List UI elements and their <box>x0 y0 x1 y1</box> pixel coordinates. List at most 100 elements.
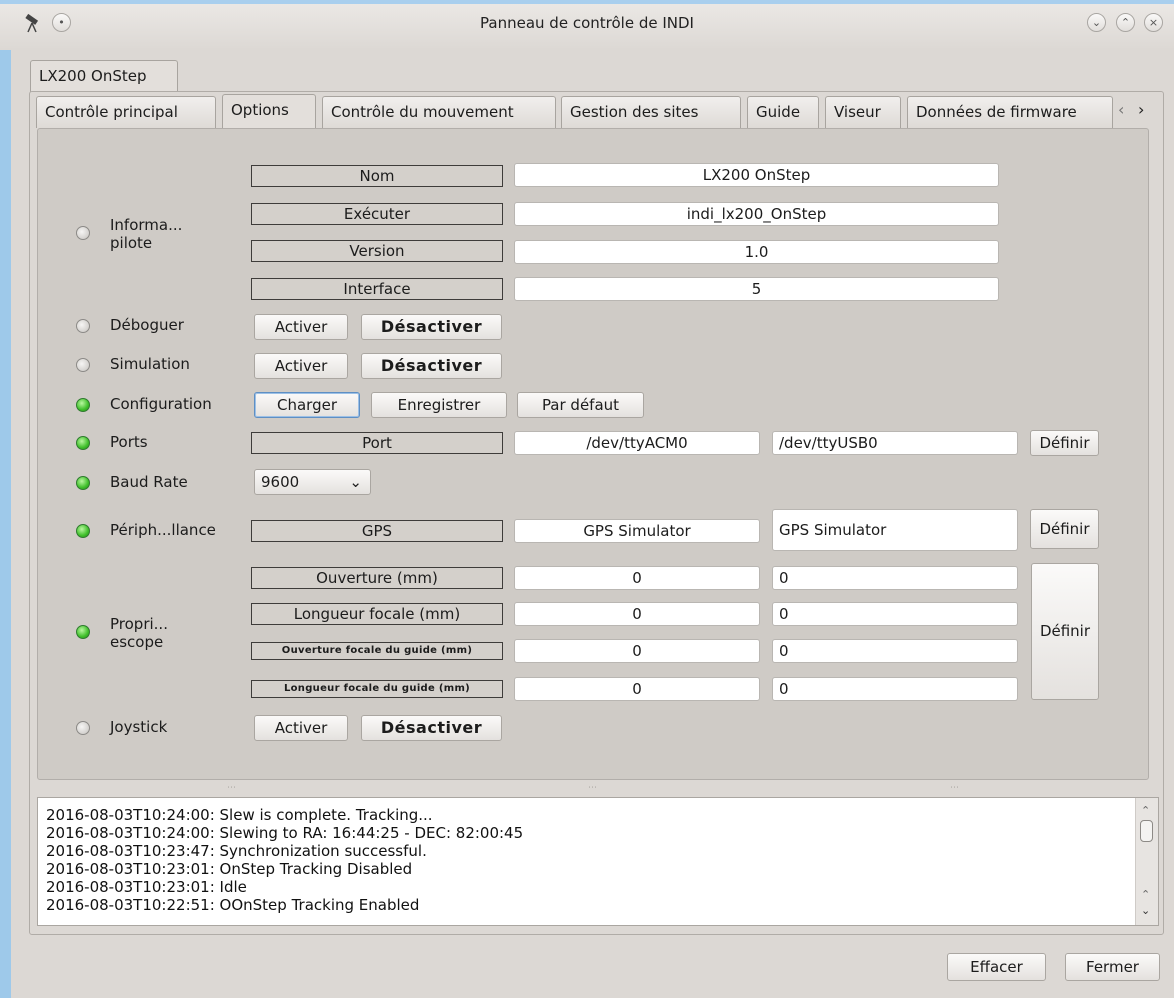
driver-name-value: LX200 OnStep <box>514 163 999 187</box>
tab-label: Gestion des sites <box>570 103 699 121</box>
title-bar[interactable]: • Panneau de contrôle de INDI ⌄ ⌃ × <box>0 0 1174 50</box>
guide-focal-current: 0 <box>514 677 760 701</box>
joystick-label: Joystick <box>110 718 168 736</box>
tab-label: Options <box>231 101 289 119</box>
tab-scroll-right-icon[interactable]: › <box>1138 100 1144 119</box>
log-line: 2016-08-03T10:23:01: OnStep Tracking Dis… <box>46 860 413 878</box>
telescope-label-2: escope <box>110 633 164 651</box>
simulation-enable-button[interactable]: Activer <box>254 353 348 379</box>
tab-main-control[interactable]: Contrôle principal <box>36 96 216 128</box>
focal-length-input[interactable]: 0 <box>772 602 1018 626</box>
baud-label: Baud Rate <box>110 473 188 491</box>
close-button[interactable]: Fermer <box>1065 953 1160 981</box>
minimize-icon[interactable]: ⌄ <box>1087 13 1106 32</box>
splitter-grip[interactable]: ⋯ <box>950 783 959 793</box>
aperture-input[interactable]: 0 <box>772 566 1018 590</box>
tab-label: Contrôle principal <box>45 103 178 121</box>
splitter-grip[interactable]: ⋯ <box>588 783 597 793</box>
config-load-button[interactable]: Charger <box>254 392 360 418</box>
debug-enable-button[interactable]: Activer <box>254 314 348 340</box>
splitter-grip[interactable]: ⋯ <box>227 783 236 793</box>
joystick-enable-button[interactable]: Activer <box>254 715 348 741</box>
tab-label: Contrôle du mouvement <box>331 103 514 121</box>
guide-focal-input[interactable]: 0 <box>772 677 1018 701</box>
status-led <box>76 436 90 450</box>
status-led <box>76 524 90 538</box>
configuration-label: Configuration <box>110 395 212 413</box>
tab-scroll-left-icon[interactable]: ‹ <box>1118 100 1124 119</box>
port-input[interactable]: /dev/ttyUSB0 <box>772 431 1018 455</box>
window-edge <box>0 0 11 998</box>
message-log[interactable]: 2016-08-03T10:24:00: Slew is complete. T… <box>37 797 1159 926</box>
log-line: 2016-08-03T10:22:51: OOnStep Tracking En… <box>46 896 420 914</box>
window-top-edge <box>0 0 1174 4</box>
log-line: 2016-08-03T10:23:01: Idle <box>46 878 247 896</box>
status-led <box>76 398 90 412</box>
device-tabbar: LX200 OnStep <box>30 60 1164 92</box>
gps-set-button[interactable]: Définir <box>1030 509 1099 549</box>
driver-info-label-2: pilote <box>110 234 153 252</box>
tab-label: Données de firmware <box>916 103 1077 121</box>
telescope-set-button[interactable]: Définir <box>1031 563 1099 700</box>
property-name: Ouverture focale du guide (mm) <box>251 642 503 660</box>
guide-aperture-input[interactable]: 0 <box>772 639 1018 663</box>
tab-firmware-data[interactable]: Données de firmware <box>907 96 1113 128</box>
tab-label: Viseur <box>834 103 881 121</box>
device-tab-label: LX200 OnStep <box>39 67 147 85</box>
tab-device-lx200[interactable]: LX200 OnStep <box>30 60 178 92</box>
gps-input[interactable]: GPS Simulator <box>772 509 1018 551</box>
property-name: Nom <box>251 165 503 187</box>
port-current-value: /dev/ttyACM0 <box>514 431 760 455</box>
joystick-disable-button[interactable]: Désactiver <box>361 715 502 741</box>
simulation-label: Simulation <box>110 355 190 373</box>
driver-interface-value: 5 <box>514 277 999 301</box>
telescope-label-1: Propri... <box>110 615 168 633</box>
focal-length-current: 0 <box>514 602 760 626</box>
status-led <box>76 319 90 333</box>
tab-motion-control[interactable]: Contrôle du mouvement <box>322 96 556 128</box>
simulation-disable-button[interactable]: Désactiver <box>361 353 502 379</box>
config-save-button[interactable]: Enregistrer <box>371 392 507 418</box>
status-led <box>76 721 90 735</box>
property-name: Longueur focale du guide (mm) <box>251 680 503 698</box>
property-name: GPS <box>251 520 503 542</box>
property-name: Port <box>251 432 503 454</box>
status-led <box>76 226 90 240</box>
window-title: Panneau de contrôle de INDI <box>480 14 694 32</box>
chevron-down-icon: ⌄ <box>349 473 362 491</box>
close-icon[interactable]: × <box>1144 13 1163 32</box>
tab-viewer[interactable]: Viseur <box>825 96 901 128</box>
peripherals-label: Périph...llance <box>110 521 216 539</box>
log-line: 2016-08-03T10:23:47: Synchronization suc… <box>46 842 427 860</box>
status-led <box>76 625 90 639</box>
tab-label: Guide <box>756 103 801 121</box>
status-led <box>76 358 90 372</box>
gps-current-value: GPS Simulator <box>514 519 760 543</box>
config-default-button[interactable]: Par défaut <box>517 392 644 418</box>
log-line: 2016-08-03T10:24:00: Slew is complete. T… <box>46 806 433 824</box>
log-scrollbar[interactable]: ⌃ ⌃ ⌄ <box>1135 798 1158 925</box>
guide-aperture-current: 0 <box>514 639 760 663</box>
tab-site-management[interactable]: Gestion des sites <box>561 96 741 128</box>
property-name: Interface <box>251 278 503 300</box>
scroll-down-icon[interactable]: ⌄ <box>1141 902 1150 920</box>
baud-value: 9600 <box>261 473 300 491</box>
ports-label: Ports <box>110 433 148 451</box>
scroll-up-icon[interactable]: ⌃ <box>1141 802 1150 820</box>
clear-button[interactable]: Effacer <box>947 953 1046 981</box>
driver-version-value: 1.0 <box>514 240 999 264</box>
log-line: 2016-08-03T10:24:00: Slewing to RA: 16:4… <box>46 824 524 842</box>
tab-options[interactable]: Options <box>222 94 316 128</box>
aperture-current: 0 <box>514 566 760 590</box>
ports-set-button[interactable]: Définir <box>1030 430 1099 456</box>
debug-disable-button[interactable]: Désactiver <box>361 314 502 340</box>
property-name: Ouverture (mm) <box>251 567 503 589</box>
tab-guide[interactable]: Guide <box>747 96 819 128</box>
status-led <box>76 476 90 490</box>
property-name: Exécuter <box>251 203 503 225</box>
baud-select[interactable]: 9600 ⌄ <box>254 469 371 495</box>
scroll-thumb[interactable] <box>1140 820 1153 842</box>
property-name: Version <box>251 240 503 262</box>
maximize-icon[interactable]: ⌃ <box>1116 13 1135 32</box>
driver-exec-value: indi_lx200_OnStep <box>514 202 999 226</box>
